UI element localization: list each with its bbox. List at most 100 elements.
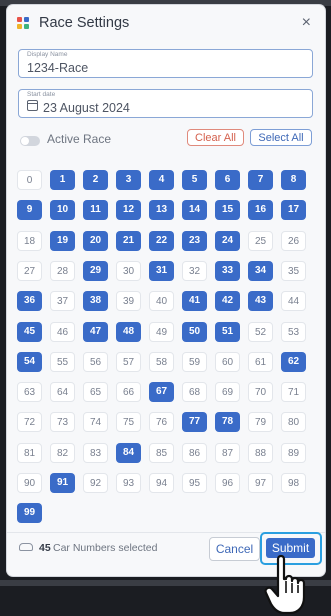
- car-number-26[interactable]: 26: [281, 230, 306, 251]
- car-number-72[interactable]: 72: [17, 412, 42, 433]
- car-number-21[interactable]: 21: [116, 230, 141, 251]
- car-number-40[interactable]: 40: [149, 291, 174, 312]
- car-number-78[interactable]: 78: [215, 412, 240, 433]
- car-number-68[interactable]: 68: [182, 382, 207, 403]
- car-number-63[interactable]: 63: [17, 382, 42, 403]
- car-number-1[interactable]: 1: [50, 170, 75, 190]
- car-number-24[interactable]: 24: [215, 230, 240, 251]
- car-number-35[interactable]: 35: [281, 260, 306, 281]
- car-number-0[interactable]: 0: [17, 170, 42, 190]
- car-number-65[interactable]: 65: [83, 382, 108, 403]
- car-number-95[interactable]: 95: [182, 473, 207, 493]
- car-number-57[interactable]: 57: [116, 351, 141, 372]
- car-number-54[interactable]: 54: [17, 351, 42, 372]
- car-number-87[interactable]: 87: [215, 442, 240, 463]
- car-number-80[interactable]: 80: [281, 412, 306, 433]
- car-number-93[interactable]: 93: [116, 473, 141, 493]
- car-number-18[interactable]: 18: [17, 230, 42, 251]
- car-number-86[interactable]: 86: [182, 442, 207, 463]
- car-number-13[interactable]: 13: [149, 200, 174, 221]
- car-number-5[interactable]: 5: [182, 170, 207, 190]
- car-number-39[interactable]: 39: [116, 291, 141, 312]
- car-number-61[interactable]: 61: [248, 351, 273, 372]
- car-number-16[interactable]: 16: [248, 200, 273, 221]
- car-number-83[interactable]: 83: [83, 442, 108, 463]
- car-number-73[interactable]: 73: [50, 412, 75, 433]
- car-number-15[interactable]: 15: [215, 200, 240, 221]
- car-number-49[interactable]: 49: [149, 321, 174, 342]
- select-all-button[interactable]: Select All: [250, 129, 312, 146]
- car-number-30[interactable]: 30: [116, 260, 141, 281]
- car-number-27[interactable]: 27: [17, 260, 42, 281]
- car-number-66[interactable]: 66: [116, 382, 141, 403]
- car-number-22[interactable]: 22: [149, 230, 174, 251]
- car-number-28[interactable]: 28: [50, 260, 75, 281]
- car-number-60[interactable]: 60: [215, 351, 240, 372]
- car-number-92[interactable]: 92: [83, 473, 108, 493]
- car-number-43[interactable]: 43: [248, 291, 273, 312]
- car-number-34[interactable]: 34: [248, 260, 273, 281]
- display-name-field[interactable]: Display Name 1234-Race: [18, 49, 313, 78]
- car-number-23[interactable]: 23: [182, 230, 207, 251]
- car-number-58[interactable]: 58: [149, 351, 174, 372]
- car-number-47[interactable]: 47: [83, 321, 108, 342]
- car-number-9[interactable]: 9: [17, 200, 42, 221]
- car-number-17[interactable]: 17: [281, 200, 306, 221]
- car-number-46[interactable]: 46: [50, 321, 75, 342]
- car-number-45[interactable]: 45: [17, 321, 42, 342]
- car-number-79[interactable]: 79: [248, 412, 273, 433]
- car-number-4[interactable]: 4: [149, 170, 174, 190]
- car-number-29[interactable]: 29: [83, 260, 108, 281]
- car-number-11[interactable]: 11: [83, 200, 108, 221]
- car-number-88[interactable]: 88: [248, 442, 273, 463]
- car-number-76[interactable]: 76: [149, 412, 174, 433]
- car-number-42[interactable]: 42: [215, 291, 240, 312]
- car-number-20[interactable]: 20: [83, 230, 108, 251]
- close-icon[interactable]: ×: [302, 14, 311, 32]
- car-number-67[interactable]: 67: [149, 382, 174, 403]
- car-number-97[interactable]: 97: [248, 473, 273, 493]
- car-number-44[interactable]: 44: [281, 291, 306, 312]
- car-number-75[interactable]: 75: [116, 412, 141, 433]
- car-number-36[interactable]: 36: [17, 291, 42, 312]
- car-number-94[interactable]: 94: [149, 473, 174, 493]
- car-number-99[interactable]: 99: [17, 503, 42, 524]
- car-number-31[interactable]: 31: [149, 260, 174, 281]
- car-number-12[interactable]: 12: [116, 200, 141, 221]
- car-number-91[interactable]: 91: [50, 473, 75, 493]
- car-number-62[interactable]: 62: [281, 351, 306, 372]
- car-number-82[interactable]: 82: [50, 442, 75, 463]
- car-number-52[interactable]: 52: [248, 321, 273, 342]
- car-number-98[interactable]: 98: [281, 473, 306, 493]
- car-number-51[interactable]: 51: [215, 321, 240, 342]
- car-number-64[interactable]: 64: [50, 382, 75, 403]
- start-date-field[interactable]: Start date 23 August 2024: [18, 89, 313, 118]
- car-number-19[interactable]: 19: [50, 230, 75, 251]
- car-number-55[interactable]: 55: [50, 351, 75, 372]
- car-number-71[interactable]: 71: [281, 382, 306, 403]
- car-number-10[interactable]: 10: [50, 200, 75, 221]
- car-number-81[interactable]: 81: [17, 442, 42, 463]
- car-number-70[interactable]: 70: [248, 382, 273, 403]
- car-number-6[interactable]: 6: [215, 170, 240, 190]
- cancel-button[interactable]: Cancel: [209, 537, 260, 561]
- active-race-toggle[interactable]: [20, 136, 40, 146]
- car-number-7[interactable]: 7: [248, 170, 273, 190]
- car-number-41[interactable]: 41: [182, 291, 207, 312]
- car-number-90[interactable]: 90: [17, 473, 42, 493]
- car-number-69[interactable]: 69: [215, 382, 240, 403]
- car-number-59[interactable]: 59: [182, 351, 207, 372]
- car-number-48[interactable]: 48: [116, 321, 141, 342]
- car-number-33[interactable]: 33: [215, 260, 240, 281]
- car-number-84[interactable]: 84: [116, 442, 141, 463]
- car-number-14[interactable]: 14: [182, 200, 207, 221]
- car-number-25[interactable]: 25: [248, 230, 273, 251]
- car-number-3[interactable]: 3: [116, 170, 141, 190]
- car-number-32[interactable]: 32: [182, 260, 207, 281]
- car-number-8[interactable]: 8: [281, 170, 306, 190]
- car-number-96[interactable]: 96: [215, 473, 240, 493]
- car-number-89[interactable]: 89: [281, 442, 306, 463]
- car-number-56[interactable]: 56: [83, 351, 108, 372]
- car-number-38[interactable]: 38: [83, 291, 108, 312]
- car-number-2[interactable]: 2: [83, 170, 108, 190]
